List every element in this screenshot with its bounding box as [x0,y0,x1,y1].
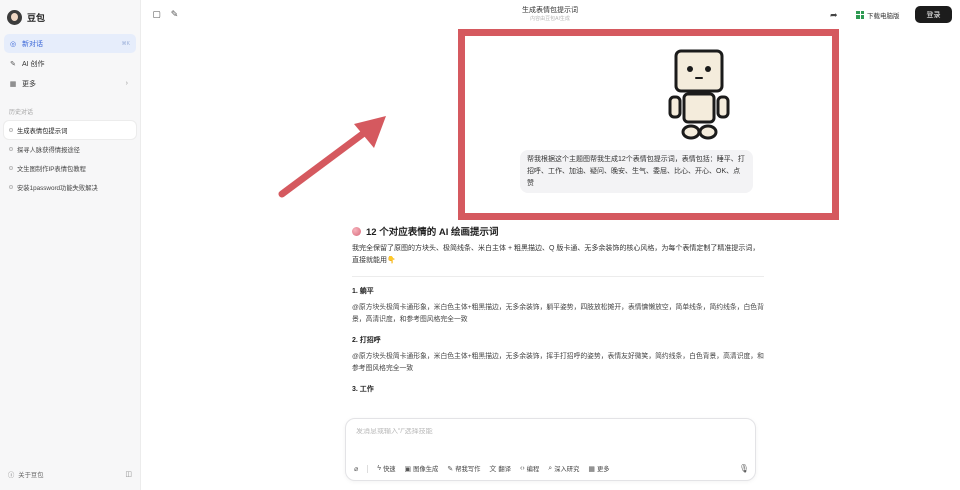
sidebar-item-new-chat[interactable]: ◎ 新对话 ⌘K [4,34,136,53]
doubao-app: 豆包 ◎ 新对话 ⌘K ✎ AI 创作 ▦ 更多 › 历史对话 生成表情包提示词 [0,0,960,490]
new-chat-edit-icon[interactable]: ✎ [169,9,180,20]
chat-dot-icon [9,185,13,189]
coding-button[interactable]: ‹› 编程 [520,464,539,473]
windows-icon [856,10,864,19]
app-name: 豆包 [27,12,46,23]
translate-icon: 文 [489,465,497,473]
sidebar-item-label: AI 创作 [22,60,45,68]
grid-icon: ▦ [588,465,595,473]
chevron-right-icon: › [125,80,128,87]
avatar [7,9,22,25]
sidebar-footer: ⓘ 关于豆包 ◫ [8,468,132,480]
history-item-label: 生成表情包提示词 [17,127,68,135]
download-label: 下载电脑版 [867,12,900,20]
collapse-sidebar-icon[interactable]: ◫ [125,470,132,478]
history-item[interactable]: 探寻人脉获得情报途径 [4,140,136,158]
sidebar-item-label: 新对话 [22,40,43,48]
tool-label: 图像生成 [413,466,439,473]
history-title: 历史对话 [9,110,34,116]
sidebar-toggle-icon[interactable]: ▢ [151,9,162,20]
section-body: @原方块头极简卡通形象，米白色主体+粗黑描边，无多余装饰，躺平姿势，四肢放松摊开… [352,304,764,323]
annotation-arrow [278,116,386,198]
history-item[interactable]: 安装1password功能失败解决 [4,178,136,196]
image-generate-button[interactable]: ▣ 图像生成 [404,464,439,474]
history-item-label: 探寻人脉获得情报途径 [17,146,80,154]
sidebar-item-label: 更多 [22,80,36,88]
tool-label: 编程 [526,466,540,473]
microphone-icon[interactable]: 🎙 [739,464,749,473]
sidebar-item-ai-create[interactable]: ✎ AI 创作 [4,54,136,73]
sidebar-nav: ◎ 新对话 ⌘K ✎ AI 创作 ▦ 更多 › [4,34,136,94]
fast-mode-button[interactable]: ϟ 快速 [377,464,395,473]
response-intro: 我完全保留了原图的方块头、极简线条、米白主体 + 粗黑描边、Q 版卡通、无多余装… [352,245,760,264]
tool-label: 翻译 [498,466,511,473]
history-item[interactable]: 生成表情包提示词 [4,121,136,139]
grid-icon: ▦ [9,80,17,88]
shortcut-hint: ⌘K [121,40,130,47]
tool-label: 帮我写作 [455,466,481,473]
chat-dot-icon [9,128,13,132]
message-composer: ⌀ ϟ快速 ▣图像生成 ✎帮我写作 文翻译 ‹›编程 ⌕深入研究 ▦更多 🎙 [345,418,756,481]
tool-label: 快速 [382,466,396,473]
sidebar: 豆包 ◎ 新对话 ⌘K ✎ AI 创作 ▦ 更多 › 历史对话 生成表情包提示词 [0,0,141,490]
history-item-label: 安装1password功能失败解决 [17,184,98,192]
chat-dot-icon [9,166,13,170]
about-link[interactable]: 关于豆包 [18,470,43,479]
code-icon: ‹› [520,465,525,472]
history-item-label: 文生图制作IP表情包教程 [17,165,86,173]
login-button[interactable]: 登录 [915,6,952,23]
history-list: 生成表情包提示词 探寻人脉获得情报途径 文生图制作IP表情包教程 安装1pass… [4,121,136,197]
composer-toolbar: ⌀ ϟ 快速 ▣ 图像生成 ✎ 帮我写作 文翻译 ‹› 编程 ⌕ 深入研究 ▦ 更多 🎙 [354,462,749,475]
section-body: @原方块头极简卡通形象，米白色主体+粗黑描边，无多余装饰，挥手打招呼的姿势，表情… [352,353,764,372]
download-desktop-button[interactable]: 下载电脑版 [852,7,904,22]
research-icon: ⌕ [548,464,553,472]
lightning-icon: ϟ [377,465,381,472]
deep-research-button[interactable]: ⌕ 深入研究 [548,464,580,474]
image-icon: ▣ [404,465,412,473]
chat-dot-icon [9,147,13,151]
message-input[interactable] [356,428,736,435]
attach-button[interactable]: ⌀ [354,465,358,473]
section-title: 3. 工作 [352,386,374,393]
page-subtitle: 内容由豆包AI生成 [530,16,570,22]
sidebar-item-more[interactable]: ▦ 更多 › [4,74,136,93]
tool-label: 深入研究 [554,466,580,473]
response-title-text: 12 个对应表情的 AI 绘画提示词 [366,227,499,238]
pen-icon: ✎ [447,465,454,473]
paperclip-icon: ⌀ [354,465,359,473]
divider [367,464,369,473]
more-tools-button[interactable]: ▦ 更多 [588,464,610,474]
response-title: 12 个对应表情的 AI 绘画提示词 [352,224,764,238]
writing-button[interactable]: ✎ 帮我写作 [447,464,481,474]
page-title: 生成表情包提示词 [522,7,578,14]
brand[interactable]: 豆包 [7,8,45,26]
new-chat-icon: ◎ [9,40,17,48]
divider [352,276,764,277]
annotation-highlight-box [458,29,839,220]
section-title: 2. 打招呼 [352,337,381,344]
info-icon: ⓘ [8,471,15,479]
tool-label: 更多 [597,466,610,473]
assistant-response: 12 个对应表情的 AI 绘画提示词 我完全保留了原图的方块头、极简线条、米白主… [352,224,764,394]
translate-button[interactable]: 文翻译 [489,464,511,474]
history-item[interactable]: 文生图制作IP表情包教程 [4,159,136,177]
ai-create-icon: ✎ [10,60,16,68]
pink-ball-icon [352,226,361,236]
share-icon[interactable]: ➦ [830,10,838,21]
section-title: 1. 躺平 [352,288,374,295]
